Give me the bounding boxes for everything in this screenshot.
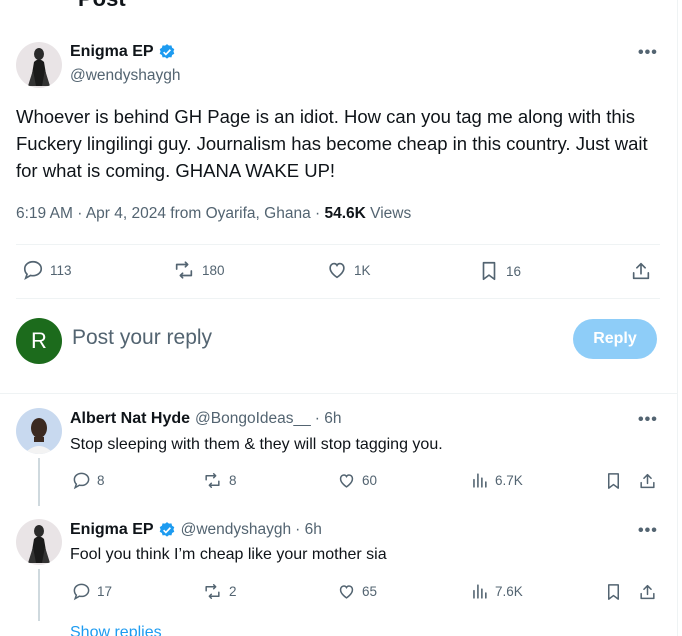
reply-author-row[interactable]: Albert Nat Hyde @BongoIdeas__ · 6h — [70, 410, 341, 428]
reply-author-avatar[interactable] — [16, 519, 62, 565]
share-icon — [640, 584, 655, 600]
views-count: 6.7K — [495, 473, 523, 488]
reply-author-handle[interactable]: @wendyshaygh — [181, 521, 292, 539]
share-icon — [632, 262, 650, 280]
repost-icon — [175, 261, 193, 279]
more-options-icon[interactable]: ••• — [638, 411, 658, 429]
composer-avatar: R — [16, 318, 62, 364]
bookmark-action[interactable]: 16 — [478, 259, 521, 283]
author-avatar[interactable] — [16, 42, 62, 88]
like-action[interactable]: 60 — [337, 471, 377, 490]
like-count: 1K — [354, 262, 371, 278]
views-label: Views — [370, 205, 412, 222]
repost-action[interactable]: 8 — [202, 471, 237, 490]
heart-icon — [329, 262, 345, 279]
heart-icon — [339, 585, 354, 599]
reply-count: 8 — [97, 473, 105, 488]
share-action[interactable] — [638, 582, 663, 602]
post-location: from Oyarifa, Ghana — [170, 205, 311, 222]
like-action[interactable]: 65 — [337, 582, 377, 601]
views-action[interactable]: 6.7K — [470, 471, 523, 490]
reply-author-row[interactable]: Enigma EP @wendyshaygh · 6h — [70, 521, 322, 539]
divider — [16, 244, 660, 245]
reply-text: Stop sleeping with them & they will stop… — [70, 436, 443, 453]
reply-author-avatar[interactable] — [16, 408, 62, 454]
reply-age[interactable]: · 6h — [315, 410, 342, 428]
like-action[interactable]: 1K — [326, 259, 371, 281]
thread-connector — [38, 569, 40, 621]
repost-icon — [205, 584, 220, 599]
reply-author-name[interactable]: Enigma EP — [70, 521, 154, 539]
bookmark-icon — [607, 584, 620, 600]
post-text: Whoever is behind GH Page is an idiot. H… — [16, 106, 648, 181]
views-count: 54.6K — [324, 205, 366, 222]
reply-input[interactable]: Post your reply — [72, 326, 212, 350]
repost-count: 180 — [202, 262, 225, 278]
author-name-row[interactable]: Enigma EP — [70, 43, 176, 61]
thread-connector — [38, 458, 40, 506]
divider — [0, 393, 678, 394]
more-options-icon[interactable]: ••• — [638, 44, 658, 62]
heart-icon — [339, 474, 354, 488]
reply-action[interactable]: 17 — [72, 582, 112, 601]
bookmark-count: 16 — [506, 263, 522, 279]
reply-age[interactable]: · 6h — [295, 521, 322, 539]
like-count: 65 — [362, 584, 378, 599]
share-action[interactable] — [638, 471, 663, 491]
like-count: 60 — [362, 473, 378, 488]
page-title: Post — [78, 0, 126, 12]
bookmark-icon — [607, 473, 620, 489]
reply-button[interactable]: Reply — [573, 319, 657, 359]
author-handle[interactable]: @wendyshaygh — [70, 67, 181, 85]
post-meta: 6:19 AM · Apr 4, 2024 from Oyarifa, Ghan… — [16, 205, 412, 222]
repost-count: 8 — [229, 473, 237, 488]
more-options-icon[interactable]: ••• — [638, 522, 658, 540]
repost-action[interactable]: 180 — [172, 259, 225, 281]
reply-count: 113 — [50, 262, 72, 278]
reply-icon — [23, 260, 43, 281]
reply-icon — [73, 472, 90, 490]
repost-icon — [205, 473, 220, 488]
post-time[interactable]: 6:19 AM — [16, 205, 73, 222]
views-count: 7.6K — [495, 584, 523, 599]
bookmark-action[interactable] — [604, 471, 629, 491]
analytics-icon — [473, 473, 487, 488]
reply-count: 17 — [97, 584, 113, 599]
author-name[interactable]: Enigma EP — [70, 43, 154, 61]
views-action[interactable]: 7.6K — [470, 582, 523, 601]
post-date[interactable]: Apr 4, 2024 — [86, 205, 166, 222]
verified-badge-icon — [158, 521, 176, 539]
reply-author-handle[interactable]: @BongoIdeas__ — [195, 410, 311, 428]
repost-count: 2 — [229, 584, 237, 599]
bookmark-action[interactable] — [604, 582, 629, 602]
analytics-icon — [473, 584, 487, 599]
post-detail-view: Post Enigma EP @wendyshaygh ••• Whoever … — [0, 0, 678, 636]
repost-action[interactable]: 2 — [202, 582, 237, 601]
share-action[interactable] — [630, 259, 658, 283]
reply-action[interactable]: 8 — [72, 471, 105, 490]
share-icon — [640, 473, 655, 489]
reply-icon — [73, 583, 90, 601]
bookmark-icon — [482, 261, 496, 281]
divider — [16, 298, 660, 299]
reply-action[interactable]: 113 — [22, 259, 72, 281]
reply-text: Fool you think I’m cheap like your mothe… — [70, 546, 387, 563]
show-replies-link[interactable]: Show replies — [70, 624, 162, 636]
reply-author-name[interactable]: Albert Nat Hyde — [70, 410, 190, 428]
verified-badge-icon — [158, 43, 176, 61]
